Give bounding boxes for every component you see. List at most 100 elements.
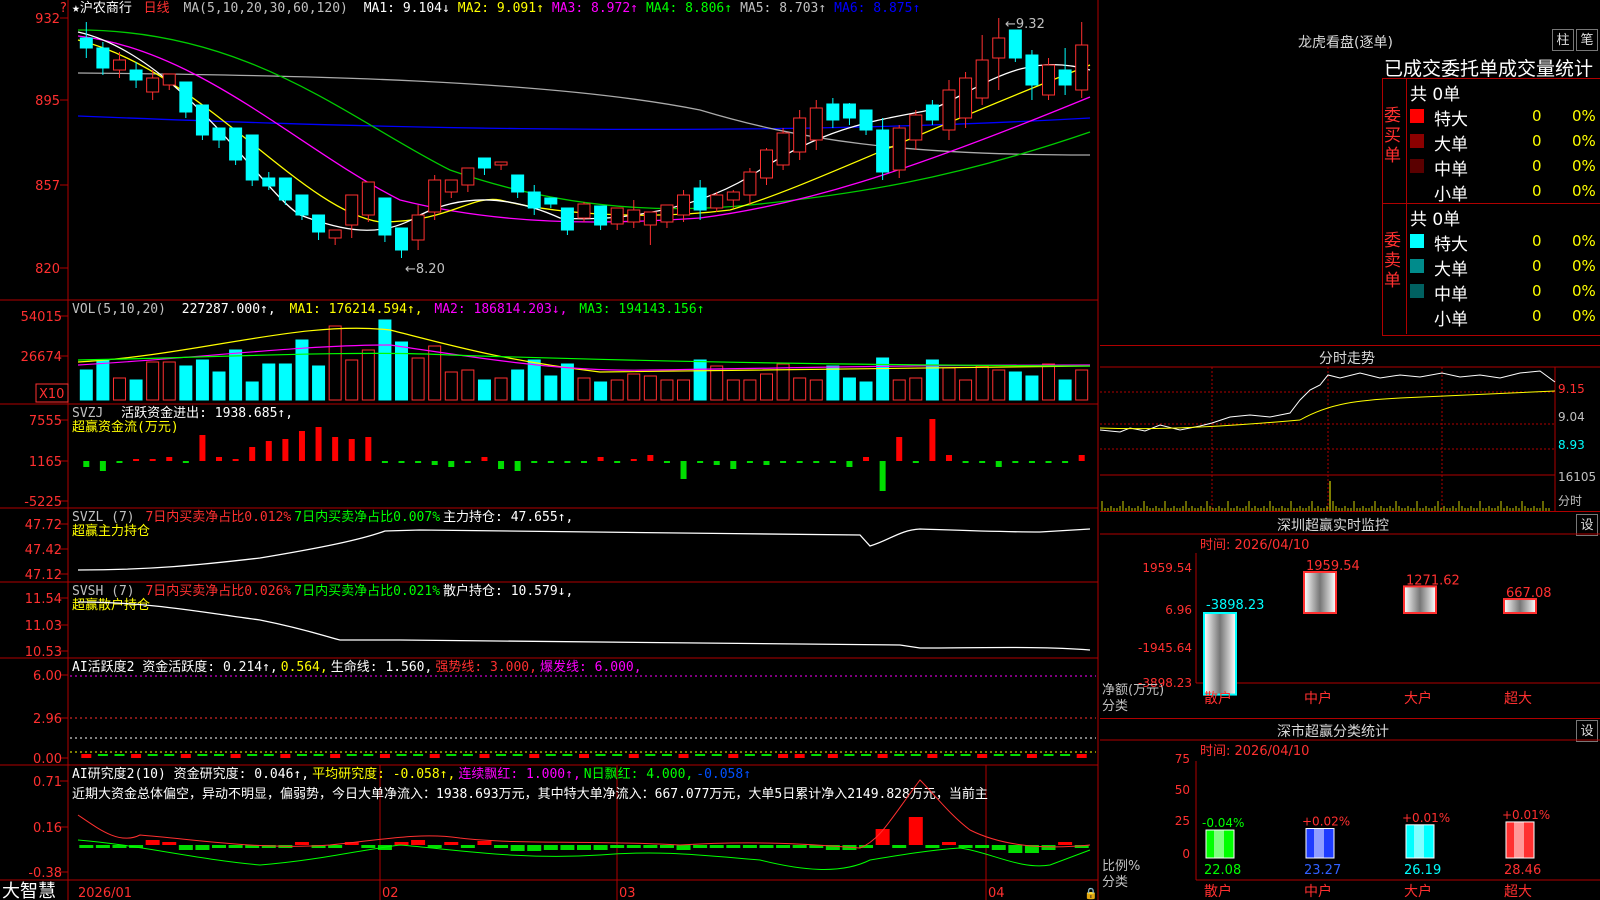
activity-bar: [794, 754, 805, 758]
candle-body[interactable]: [793, 117, 807, 153]
candle-body[interactable]: [494, 161, 508, 166]
candle-body[interactable]: [411, 214, 425, 241]
candle-body[interactable]: [511, 174, 525, 193]
candle-body[interactable]: [693, 187, 707, 211]
header-segment: 强势线: 3.000,: [435, 659, 537, 675]
candle-body[interactable]: [759, 149, 773, 179]
candle-body[interactable]: [395, 227, 409, 251]
research-bar: [892, 845, 907, 848]
fund-flow-bar: [1045, 461, 1052, 463]
svsh-axis-label: 11.03: [25, 619, 62, 634]
dragon-subtitle: 已成交委托单成交量统计: [1384, 58, 1594, 80]
candle-body[interactable]: [1008, 29, 1022, 59]
question-icon[interactable]: ?: [60, 1, 67, 16]
candle-body[interactable]: [660, 204, 674, 223]
candle-body[interactable]: [229, 127, 243, 161]
candle-body[interactable]: [677, 194, 691, 216]
candle-body[interactable]: [527, 191, 541, 209]
candle-body[interactable]: [610, 207, 624, 225]
candle-body[interactable]: [129, 69, 143, 81]
candle-body[interactable]: [79, 37, 93, 49]
candle-body[interactable]: [577, 203, 591, 219]
intraday-panel: 分时走势 9.15 9.04 8.93 16105 分时: [1100, 345, 1600, 512]
candle-body[interactable]: [992, 37, 1006, 59]
candle-body[interactable]: [826, 103, 840, 121]
candlesticks[interactable]: [79, 18, 1089, 258]
fund-flow-bar: [912, 461, 919, 463]
candle-body[interactable]: [726, 191, 740, 201]
activity-bar: [943, 754, 954, 756]
header-segment: AI研究度2(10) 资金研究度: 0.046↑,: [72, 766, 309, 782]
candle-body[interactable]: [627, 209, 641, 223]
activity-bar: [131, 754, 142, 758]
candle-body[interactable]: [378, 197, 392, 236]
candle-body[interactable]: [428, 179, 442, 213]
candle-body[interactable]: [195, 104, 209, 136]
lock-icon[interactable]: 🔒: [1084, 887, 1098, 900]
candle-body[interactable]: [925, 104, 939, 121]
candle-body[interactable]: [345, 194, 359, 226]
header-segment: 连续飘红: 1.000↑,: [458, 766, 580, 782]
candle-body[interactable]: [544, 197, 558, 205]
candle-body[interactable]: [594, 205, 608, 226]
header-segment: MA1: 9.104↓: [364, 1, 450, 16]
monitor-bar[interactable]: [1503, 598, 1537, 615]
candle-body[interactable]: [477, 157, 491, 169]
classify-chart[interactable]: 时间: 2026/04/10 75 50 25 0 比例% 分类 -0.04% 2…: [1100, 718, 1600, 900]
candle-body[interactable]: [842, 103, 856, 119]
candle-body[interactable]: [112, 59, 126, 71]
candle-body[interactable]: [859, 109, 873, 131]
candle-body[interactable]: [262, 177, 276, 187]
activity-bar: [595, 754, 606, 756]
candle-body[interactable]: [179, 81, 193, 113]
candle-body[interactable]: [560, 207, 574, 231]
monitor-chart[interactable]: 时间: 2026/04/10 1959.54 6.96 -1945.64 -38…: [1100, 511, 1600, 718]
order-size-count: 0: [1532, 282, 1542, 300]
candle-body[interactable]: [461, 167, 475, 186]
candle-body[interactable]: [312, 214, 326, 233]
candle-body[interactable]: [1058, 69, 1072, 86]
candle-body[interactable]: [959, 77, 973, 119]
header-segment: 爆发线: 6.000,: [540, 659, 642, 675]
candle-body[interactable]: [328, 229, 342, 239]
intraday-chart[interactable]: 9.15 9.04 8.93 16105 分时: [1100, 345, 1600, 511]
candle-body[interactable]: [146, 77, 160, 93]
candle-body[interactable]: [361, 181, 375, 216]
candle-body[interactable]: [1042, 64, 1056, 96]
candle-body[interactable]: [809, 107, 823, 141]
fund-flow-bar: [514, 461, 521, 471]
classify-value-label: 26.19: [1404, 863, 1441, 878]
candle-body[interactable]: [444, 179, 458, 193]
svsh-axis-label: 11.54: [25, 592, 62, 607]
candle-body[interactable]: [96, 47, 110, 69]
candle-body[interactable]: [942, 89, 956, 131]
main-chart-area[interactable]: 932 895 857 820 ? ★沪农商行 日线 MA(5,10,20,30…: [0, 0, 1100, 900]
candle-body[interactable]: [295, 194, 309, 216]
fund-flow-bar: [846, 461, 853, 467]
monitor-bar[interactable]: [1203, 612, 1237, 696]
classify-ylabel: 比例%: [1102, 859, 1140, 874]
research-bar: [975, 845, 990, 848]
candle-body[interactable]: [776, 132, 790, 166]
volume-bar: [892, 379, 906, 401]
candle-body[interactable]: [643, 211, 657, 226]
monitor-bar[interactable]: [1403, 585, 1437, 614]
candle-body[interactable]: [162, 73, 176, 86]
candle-body[interactable]: [975, 59, 989, 99]
candle-body[interactable]: [876, 129, 890, 173]
order-side-label: 委卖单: [1384, 231, 1401, 291]
candle-body[interactable]: [909, 114, 923, 141]
candle-body[interactable]: [1025, 54, 1039, 86]
candle-body[interactable]: [892, 127, 906, 171]
candle-body[interactable]: [710, 194, 724, 209]
candle-body[interactable]: [1075, 44, 1089, 91]
candle-body[interactable]: [743, 171, 757, 196]
candle-body[interactable]: [278, 177, 292, 201]
monitor-bar[interactable]: [1303, 571, 1337, 614]
volume-bar: [560, 363, 574, 401]
fund-flow-bar: [116, 461, 123, 463]
bar-mode-button[interactable]: 柱: [1552, 29, 1574, 51]
tick-mode-button[interactable]: 笔: [1576, 29, 1598, 51]
candle-body[interactable]: [245, 134, 259, 181]
candle-body[interactable]: [212, 127, 226, 141]
